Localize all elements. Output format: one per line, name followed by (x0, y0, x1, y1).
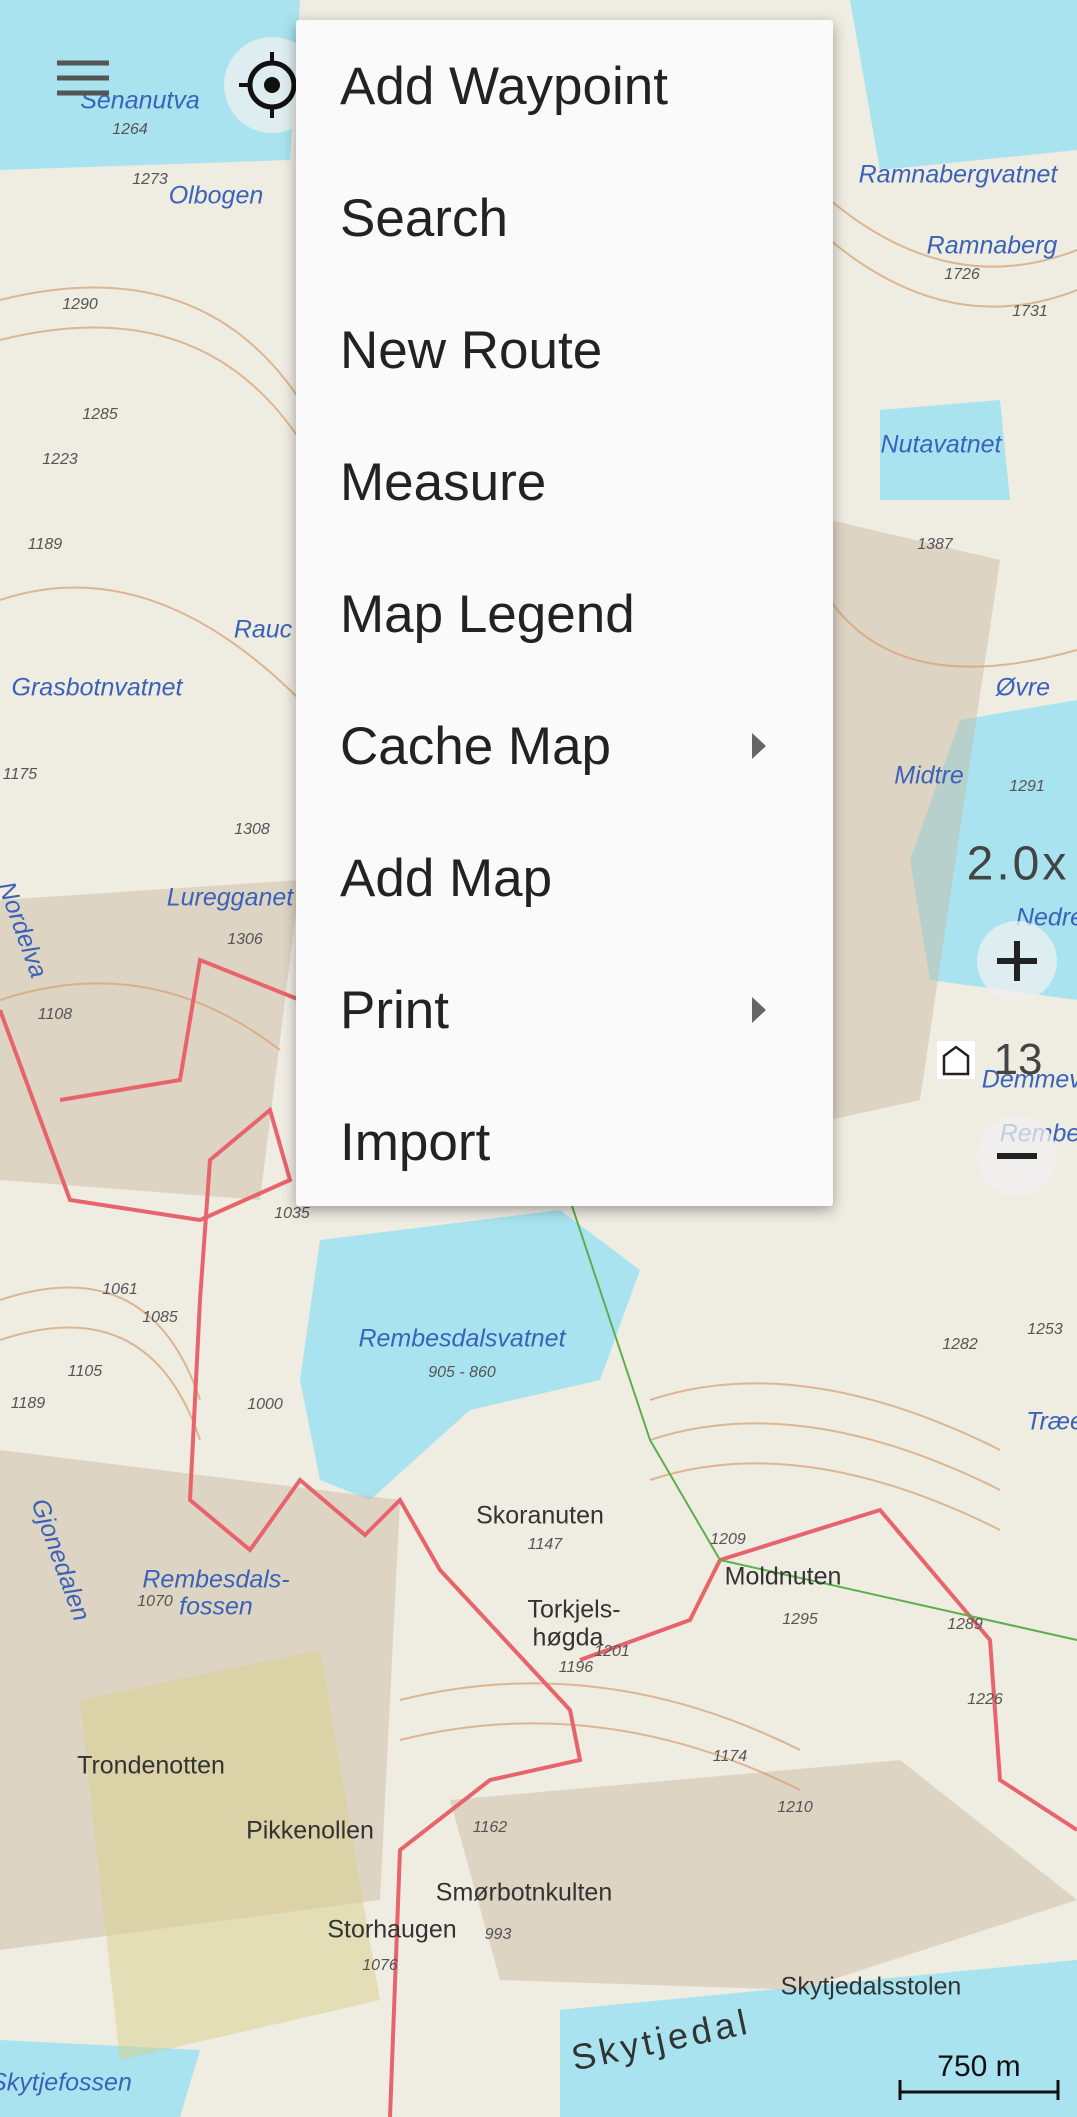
map-label: 1290 (62, 296, 98, 313)
menu-item-new-route[interactable]: New Route (340, 284, 830, 416)
menu-item-search[interactable]: Search (340, 152, 830, 284)
map-label: 1076 (362, 1957, 398, 1974)
map-label: 1000 (247, 1396, 283, 1413)
plus-icon (997, 941, 1037, 981)
map-label: 1387 (917, 536, 953, 553)
map-label: 1189 (27, 536, 63, 553)
menu-item-label: Add Waypoint (340, 56, 668, 116)
map-label: Skytjedalsstolen (780, 1972, 962, 2001)
map-label: Rembesdalsvatnet (358, 1324, 566, 1353)
map-label: Ramnaberg (926, 231, 1058, 260)
map-label: 1282 (942, 1336, 978, 1353)
map-label: 1726 (944, 266, 980, 283)
map-label: 1174 (712, 1748, 748, 1765)
menu-item-print[interactable]: Print (340, 944, 830, 1076)
map-label: 1226 (967, 1691, 1003, 1708)
map-label: Grasbotnvatnet (11, 673, 183, 702)
menu-item-label: Add Map (340, 848, 553, 908)
menu-item-import[interactable]: Import (340, 1076, 830, 1208)
map-label: 993 (484, 1926, 512, 1943)
map-label: 1162 (472, 1819, 508, 1836)
menu-item-measure[interactable]: Measure (340, 416, 830, 548)
map-label: 1273 (132, 171, 168, 188)
zoom-factor-label: 2.0x (966, 837, 1070, 891)
menu-item-label: Print (340, 980, 449, 1040)
map-label: Rembesdals- (142, 1565, 290, 1594)
map-label: Midtre (894, 761, 964, 790)
home-layer-icon[interactable] (937, 1041, 975, 1079)
map-label: Skytjefossen (0, 2068, 132, 2097)
map-label: 1308 (234, 821, 270, 838)
map-label: Nutavatnet (880, 430, 1002, 459)
menu-item-cache-map[interactable]: Cache Map (340, 680, 830, 812)
map-label: Pikkenollen (246, 1816, 374, 1845)
submenu-arrow-icon (752, 997, 766, 1023)
map-label: høgda (532, 1623, 604, 1652)
map-label: Torkjels- (527, 1595, 621, 1624)
menu-item-map-legend[interactable]: Map Legend (340, 548, 830, 680)
menu-item-label: Import (340, 1112, 491, 1172)
map-label: 1285 (82, 406, 118, 423)
map-label: 1223 (42, 451, 78, 468)
map-label: 1201 (594, 1643, 630, 1660)
map-label: fossen (179, 1592, 253, 1621)
map-label: 1731 (1012, 303, 1048, 320)
map-label: 1289 (947, 1616, 983, 1633)
map-label: 1147 (527, 1536, 563, 1553)
menu-item-add-map[interactable]: Add Map (340, 812, 830, 944)
menu-item-add-waypoint[interactable]: Add Waypoint (340, 20, 830, 152)
map-label: 1295 (782, 1611, 818, 1628)
map-label: 1209 (710, 1531, 746, 1548)
menu-item-label: Search (340, 188, 508, 248)
map-label: 1035 (274, 1205, 310, 1222)
menu-item-label: New Route (340, 320, 603, 380)
minus-icon (997, 1153, 1037, 1159)
map-label: Storhaugen (327, 1915, 457, 1944)
map-label: 1306 (227, 931, 263, 948)
map-label: Ramnabergvatnet (858, 160, 1058, 189)
map-label: 1175 (2, 766, 38, 783)
map-label: 1264 (112, 121, 148, 138)
map-label: 1070 (137, 1593, 173, 1610)
map-label: Luregganet (166, 883, 294, 912)
menu-item-label: Cache Map (340, 716, 612, 776)
scale-bar: 750 m (898, 2050, 1060, 2100)
hamburger-menu-button[interactable] (57, 59, 111, 104)
overflow-menu: Add Waypoint Search New Route Measure Map Le… (296, 20, 833, 1206)
map-label: 1196 (558, 1659, 594, 1676)
map-label: 905 - 860 (428, 1364, 496, 1381)
map-label: 1085 (142, 1309, 178, 1326)
hamburger-icon (57, 60, 109, 96)
zoom-out-button[interactable] (977, 1116, 1057, 1196)
map-label: Rauc (233, 615, 293, 644)
zoom-in-button[interactable] (977, 921, 1057, 1001)
map-label: 1108 (37, 1006, 73, 1023)
map-label: Moldnuten (724, 1562, 842, 1591)
submenu-arrow-icon (752, 733, 766, 759)
zoom-level-label: 13 (993, 1035, 1043, 1084)
map-label: Trondenotten (77, 1751, 225, 1780)
map-label: 1189 (10, 1395, 46, 1412)
map-label: 1253 (1027, 1321, 1063, 1338)
map-label: 1291 (1009, 778, 1045, 795)
map-label: Smørbotnkulten (435, 1878, 613, 1907)
map-label: Øvre (995, 673, 1051, 702)
map-label: Skoranuten (476, 1501, 604, 1530)
map-label: 1061 (102, 1281, 138, 1298)
map-label: 1210 (777, 1799, 813, 1816)
map-label: 1105 (67, 1363, 103, 1380)
menu-item-label: Measure (340, 452, 547, 512)
map-label: Træe (1026, 1407, 1077, 1436)
menu-item-label: Map Legend (340, 584, 635, 644)
map-label: Olbogen (168, 181, 264, 210)
